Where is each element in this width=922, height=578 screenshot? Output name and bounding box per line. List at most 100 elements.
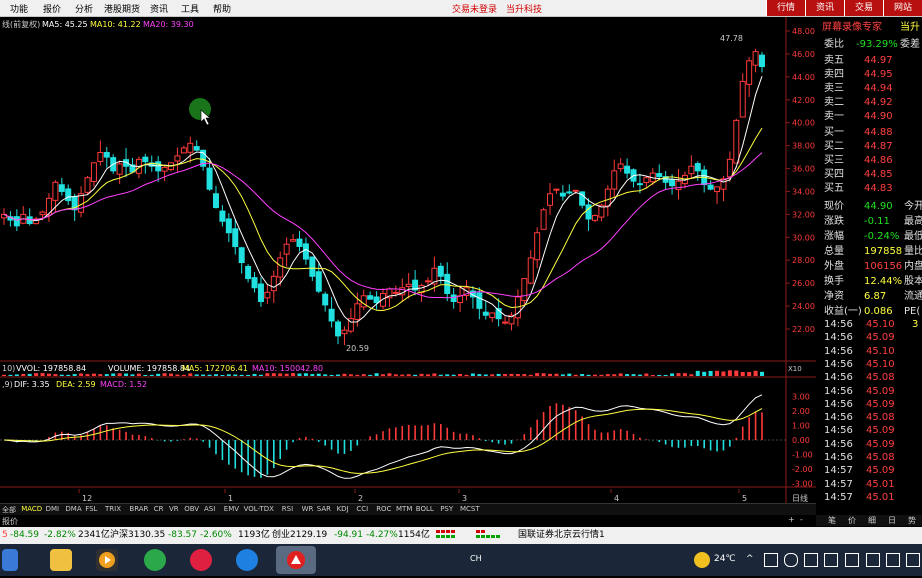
indicator-tab-cr[interactable]: CR — [154, 505, 164, 513]
candle-body — [277, 257, 284, 278]
quote-tab-2[interactable]: 细 — [868, 515, 876, 526]
indicator-tab-cci[interactable]: CCI — [356, 505, 368, 513]
ticker-broker[interactable]: 国联证券北京云行情1 — [518, 527, 605, 544]
volume-bar — [291, 373, 296, 376]
indicator-tab-psy[interactable]: PSY — [440, 505, 453, 513]
quote-tab-1[interactable]: 价 — [848, 515, 856, 526]
indicator-tab-mtm[interactable]: MTM — [396, 505, 412, 513]
indicator-tab-rsi[interactable]: RSI — [282, 505, 293, 513]
macd-tick: -2.00 — [792, 465, 813, 474]
start-icon[interactable] — [2, 549, 18, 571]
volume-bar — [490, 374, 495, 376]
indicator-tab-roc[interactable]: ROC — [376, 505, 391, 513]
volume-bar — [53, 374, 58, 376]
volume-bar — [316, 373, 321, 376]
volume-bar — [143, 374, 148, 376]
tray-notification-icon[interactable] — [824, 553, 838, 567]
tray-volume-icon[interactable] — [784, 553, 798, 567]
stock-app-icon[interactable] — [276, 546, 316, 574]
tray-network-icon[interactable] — [764, 553, 778, 567]
tab-web[interactable]: 网站 — [882, 0, 922, 16]
volume-bar — [670, 373, 675, 376]
quote-tab-4[interactable]: 势 — [908, 515, 916, 526]
tray-icon-8[interactable] — [906, 553, 920, 567]
volume-bar — [336, 374, 341, 376]
indicator-tab-mcst[interactable]: MCST — [460, 505, 480, 513]
menu-function[interactable]: 功能 — [10, 2, 28, 15]
ticker-f: -83.57 — [168, 530, 198, 540]
tab-news[interactable]: 资讯 — [804, 0, 844, 16]
candle-body — [392, 291, 399, 294]
volume-bar — [361, 374, 366, 376]
quote-tab-3[interactable]: 日 — [888, 515, 896, 526]
menu-quote[interactable]: 报价 — [43, 2, 61, 15]
menu-news[interactable]: 资讯 — [150, 2, 168, 15]
tray-icon-5[interactable] — [845, 553, 859, 567]
quote-bottom-label[interactable]: 报价 — [2, 516, 18, 527]
folder-icon[interactable] — [50, 549, 72, 571]
tray-chevron-icon[interactable]: ^ — [746, 554, 754, 564]
indicator-tab-asi[interactable]: ASI — [204, 505, 215, 513]
volume-bar — [124, 373, 129, 376]
indicator-tab-dmi[interactable]: DMI — [46, 505, 60, 513]
scroll-plus[interactable]: + — [788, 515, 795, 524]
stock-name-link[interactable]: 当升科技 — [506, 2, 542, 15]
indicator-tab-全部[interactable]: 全部 — [2, 505, 16, 515]
indicator-tab-emv[interactable]: EMV — [224, 505, 239, 513]
candle-body — [367, 295, 374, 300]
app-icon[interactable] — [190, 549, 212, 571]
indicator-tab-fsl[interactable]: FSL — [85, 505, 97, 513]
volume-bar — [387, 373, 392, 376]
candle-body — [354, 303, 361, 320]
candle-body — [335, 321, 342, 337]
volume-bar — [535, 373, 540, 376]
quote-tab-0[interactable]: 笔 — [828, 515, 836, 526]
volume-bar — [162, 373, 167, 376]
volume-bar — [509, 373, 514, 376]
menu-help[interactable]: 帮助 — [213, 2, 231, 15]
indicator-tab-macd[interactable]: MACD — [21, 505, 42, 513]
indicator-tab-vr[interactable]: VR — [169, 505, 179, 513]
indicator-tab-boll[interactable]: BOLL — [416, 505, 434, 513]
indicator-tab-dma[interactable]: DMA — [65, 505, 81, 513]
dea-label: DEA: 2.59 — [56, 380, 96, 389]
indicator-tab-vol-tdx[interactable]: VOL-TDX — [244, 505, 274, 513]
candle-body — [502, 321, 509, 324]
volume-bar — [40, 373, 45, 376]
media-icon[interactable] — [96, 549, 118, 571]
tray-battery-icon[interactable] — [804, 553, 818, 567]
macd-tick: -1.00 — [792, 451, 813, 460]
volume-bar — [27, 373, 32, 376]
scroll-minus[interactable]: - — [800, 515, 803, 524]
volume-bar — [573, 374, 578, 376]
ma10-label: MA10: 41.22 — [90, 20, 141, 29]
login-status[interactable]: 交易未登录 — [452, 2, 497, 15]
tab-trade[interactable]: 交易 — [843, 0, 883, 16]
language-indicator[interactable]: CH — [470, 554, 482, 563]
menu-hk-futures[interactable]: 港股期货 — [104, 2, 140, 15]
low-price-label: 20.59 — [346, 344, 369, 353]
tray-icon-7[interactable] — [886, 553, 900, 567]
kline-chart[interactable]: 48.0046.0044.0042.0040.0038.0036.0034.00… — [0, 17, 816, 503]
indicator-tab-trix[interactable]: TRIX — [105, 505, 121, 513]
date-label: 12 — [82, 494, 92, 503]
candle-body — [611, 170, 618, 190]
volume-bar — [284, 373, 289, 376]
candle-body — [341, 329, 348, 335]
indicator-tab-kdj[interactable]: KDJ — [337, 505, 349, 513]
browser-icon[interactable] — [144, 549, 166, 571]
volume-bar — [72, 374, 77, 376]
indicator-tab-wr[interactable]: WR — [302, 505, 314, 513]
tab-market[interactable]: 行情 — [765, 0, 805, 16]
menu-analysis[interactable]: 分析 — [75, 2, 93, 15]
period-label[interactable]: 日线 — [792, 493, 808, 503]
indicator-tab-obv[interactable]: OBV — [184, 505, 199, 513]
indicator-tab-brar[interactable]: BRAR — [129, 505, 148, 513]
indicator-tab-sar[interactable]: SAR — [317, 505, 331, 513]
candle-body — [58, 184, 65, 192]
volume-bar — [181, 374, 186, 376]
volume-bar — [226, 374, 231, 376]
menu-tools[interactable]: 工具 — [181, 2, 199, 15]
tray-icon-6[interactable] — [866, 553, 880, 567]
ie-icon[interactable] — [236, 549, 258, 571]
